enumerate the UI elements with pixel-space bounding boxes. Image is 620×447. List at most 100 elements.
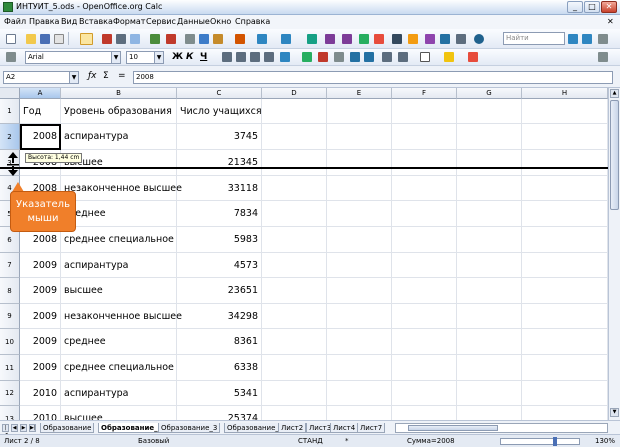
find-previous-icon[interactable] <box>568 34 578 44</box>
italic-button[interactable]: К <box>186 52 193 62</box>
function-icon[interactable]: = <box>118 71 126 81</box>
empty-cell[interactable] <box>522 355 608 381</box>
empty-cell[interactable] <box>327 227 392 253</box>
empty-cell[interactable] <box>522 329 608 355</box>
menu-view[interactable]: Вид <box>61 17 77 26</box>
chevron-down-icon[interactable]: ▼ <box>111 52 120 63</box>
column-header-g[interactable]: G <box>457 88 522 99</box>
find-input[interactable]: Найти <box>503 32 565 45</box>
formula-input[interactable]: 2008 <box>133 71 613 84</box>
row-header[interactable]: 13 <box>0 406 20 420</box>
delete-decimal-icon[interactable] <box>364 52 374 62</box>
chevron-down-icon[interactable]: ▼ <box>154 52 163 63</box>
redo-icon[interactable] <box>281 34 291 44</box>
table-cell-c[interactable]: 25374 <box>177 406 262 420</box>
column-header-a[interactable]: A <box>20 88 61 99</box>
empty-cell[interactable] <box>392 406 457 420</box>
empty-cell[interactable] <box>392 329 457 355</box>
clone-formatting-icon[interactable] <box>235 34 245 44</box>
table-cell-b[interactable]: незаконченное высшее <box>61 176 182 201</box>
scroll-thumb[interactable] <box>610 100 619 210</box>
sort-descending-icon[interactable] <box>342 34 352 44</box>
standard-format-icon[interactable] <box>334 52 344 62</box>
last-sheet-icon[interactable]: ▶| <box>29 424 36 432</box>
first-sheet-icon[interactable]: |◀ <box>2 424 9 438</box>
empty-cell[interactable] <box>392 150 457 176</box>
table-cell-b[interactable]: Уровень образования <box>61 99 177 124</box>
empty-cell[interactable] <box>327 278 392 304</box>
sheet-tab[interactable]: Лист2 <box>278 423 307 433</box>
table-cell-c[interactable]: 5983 <box>177 227 262 253</box>
empty-cell[interactable] <box>262 406 327 420</box>
table-cell-b[interactable]: среднее <box>61 329 177 355</box>
table-cell-b[interactable]: аспирантура <box>61 124 177 150</box>
table-cell-c[interactable]: 7834 <box>177 201 262 227</box>
scroll-down-icon[interactable]: ▼ <box>610 408 619 417</box>
empty-cell[interactable] <box>457 176 522 201</box>
empty-cell[interactable] <box>392 381 457 406</box>
open-folder-icon[interactable] <box>26 34 36 44</box>
table-cell-c[interactable]: Число учащихся <box>177 99 262 124</box>
spreadsheet-grid[interactable]: A B C D E F G H 1 Год Уровень образования Ч… <box>0 88 608 420</box>
table-cell-a[interactable]: 2009 <box>20 253 61 278</box>
decrease-indent-icon[interactable] <box>382 52 392 62</box>
empty-cell[interactable] <box>327 304 392 329</box>
find-replace-icon[interactable] <box>392 34 402 44</box>
menu-insert[interactable]: Вставка <box>79 17 113 26</box>
empty-cell[interactable] <box>262 355 327 381</box>
new-document-icon[interactable] <box>6 34 16 44</box>
row-header[interactable]: 8 <box>0 278 20 304</box>
empty-cell[interactable] <box>457 406 522 420</box>
empty-cell[interactable] <box>457 253 522 278</box>
empty-cell[interactable] <box>457 329 522 355</box>
status-page-style[interactable]: Базовый <box>138 437 169 445</box>
menu-file[interactable]: Файл <box>4 17 26 26</box>
empty-cell[interactable] <box>327 99 392 124</box>
empty-cell[interactable] <box>327 176 392 201</box>
empty-cell[interactable] <box>392 201 457 227</box>
table-cell-c[interactable]: 21345 <box>177 150 262 176</box>
empty-cell[interactable] <box>522 150 608 176</box>
close-button[interactable]: ✕ <box>601 1 617 13</box>
copy-icon[interactable] <box>199 34 209 44</box>
table-cell-a[interactable]: 2009 <box>20 329 61 355</box>
sheet-tab[interactable]: Образование_3 <box>158 423 221 433</box>
sheet-tab[interactable]: Образование <box>40 423 95 433</box>
font-size-select[interactable]: 10 ▼ <box>126 51 164 64</box>
add-decimal-icon[interactable] <box>350 52 360 62</box>
empty-cell[interactable] <box>522 381 608 406</box>
bold-button[interactable]: Ж <box>172 52 183 62</box>
empty-cell[interactable] <box>327 253 392 278</box>
column-header-b[interactable]: B <box>61 88 177 99</box>
empty-cell[interactable] <box>392 99 457 124</box>
currency-format-icon[interactable] <box>302 52 312 62</box>
table-cell-b[interactable]: аспирантура <box>61 381 177 406</box>
column-header-e[interactable]: E <box>327 88 392 99</box>
table-cell-c[interactable]: 3745 <box>177 124 262 150</box>
empty-cell[interactable] <box>522 406 608 420</box>
empty-cell[interactable] <box>522 124 608 150</box>
next-sheet-icon[interactable]: ▶ <box>20 424 27 432</box>
row-header[interactable]: 9 <box>0 304 20 329</box>
empty-cell[interactable] <box>262 278 327 304</box>
column-header-c[interactable]: C <box>177 88 262 99</box>
previous-sheet-icon[interactable]: ◀ <box>11 424 18 432</box>
empty-cell[interactable] <box>392 355 457 381</box>
sheet-tab[interactable]: Образование_2 <box>98 423 166 433</box>
page-preview-icon[interactable] <box>130 34 140 44</box>
minimize-button[interactable]: _ <box>567 1 583 13</box>
spellcheck-icon[interactable] <box>150 34 160 44</box>
menu-help[interactable]: Справка <box>235 17 270 26</box>
row-header[interactable]: 10 <box>0 329 20 355</box>
save-icon[interactable] <box>40 34 50 44</box>
close-document-icon[interactable]: ✕ <box>607 17 614 26</box>
empty-cell[interactable] <box>522 201 608 227</box>
menu-tools[interactable]: Сервис <box>146 17 176 26</box>
zoom-slider[interactable] <box>500 437 580 446</box>
merge-cells-icon[interactable] <box>280 52 290 62</box>
empty-cell[interactable] <box>262 99 327 124</box>
row-header[interactable]: 12 <box>0 381 20 406</box>
empty-cell[interactable] <box>522 99 608 124</box>
font-name-select[interactable]: Arial ▼ <box>25 51 121 64</box>
table-cell-a[interactable]: 2009 <box>20 278 61 304</box>
